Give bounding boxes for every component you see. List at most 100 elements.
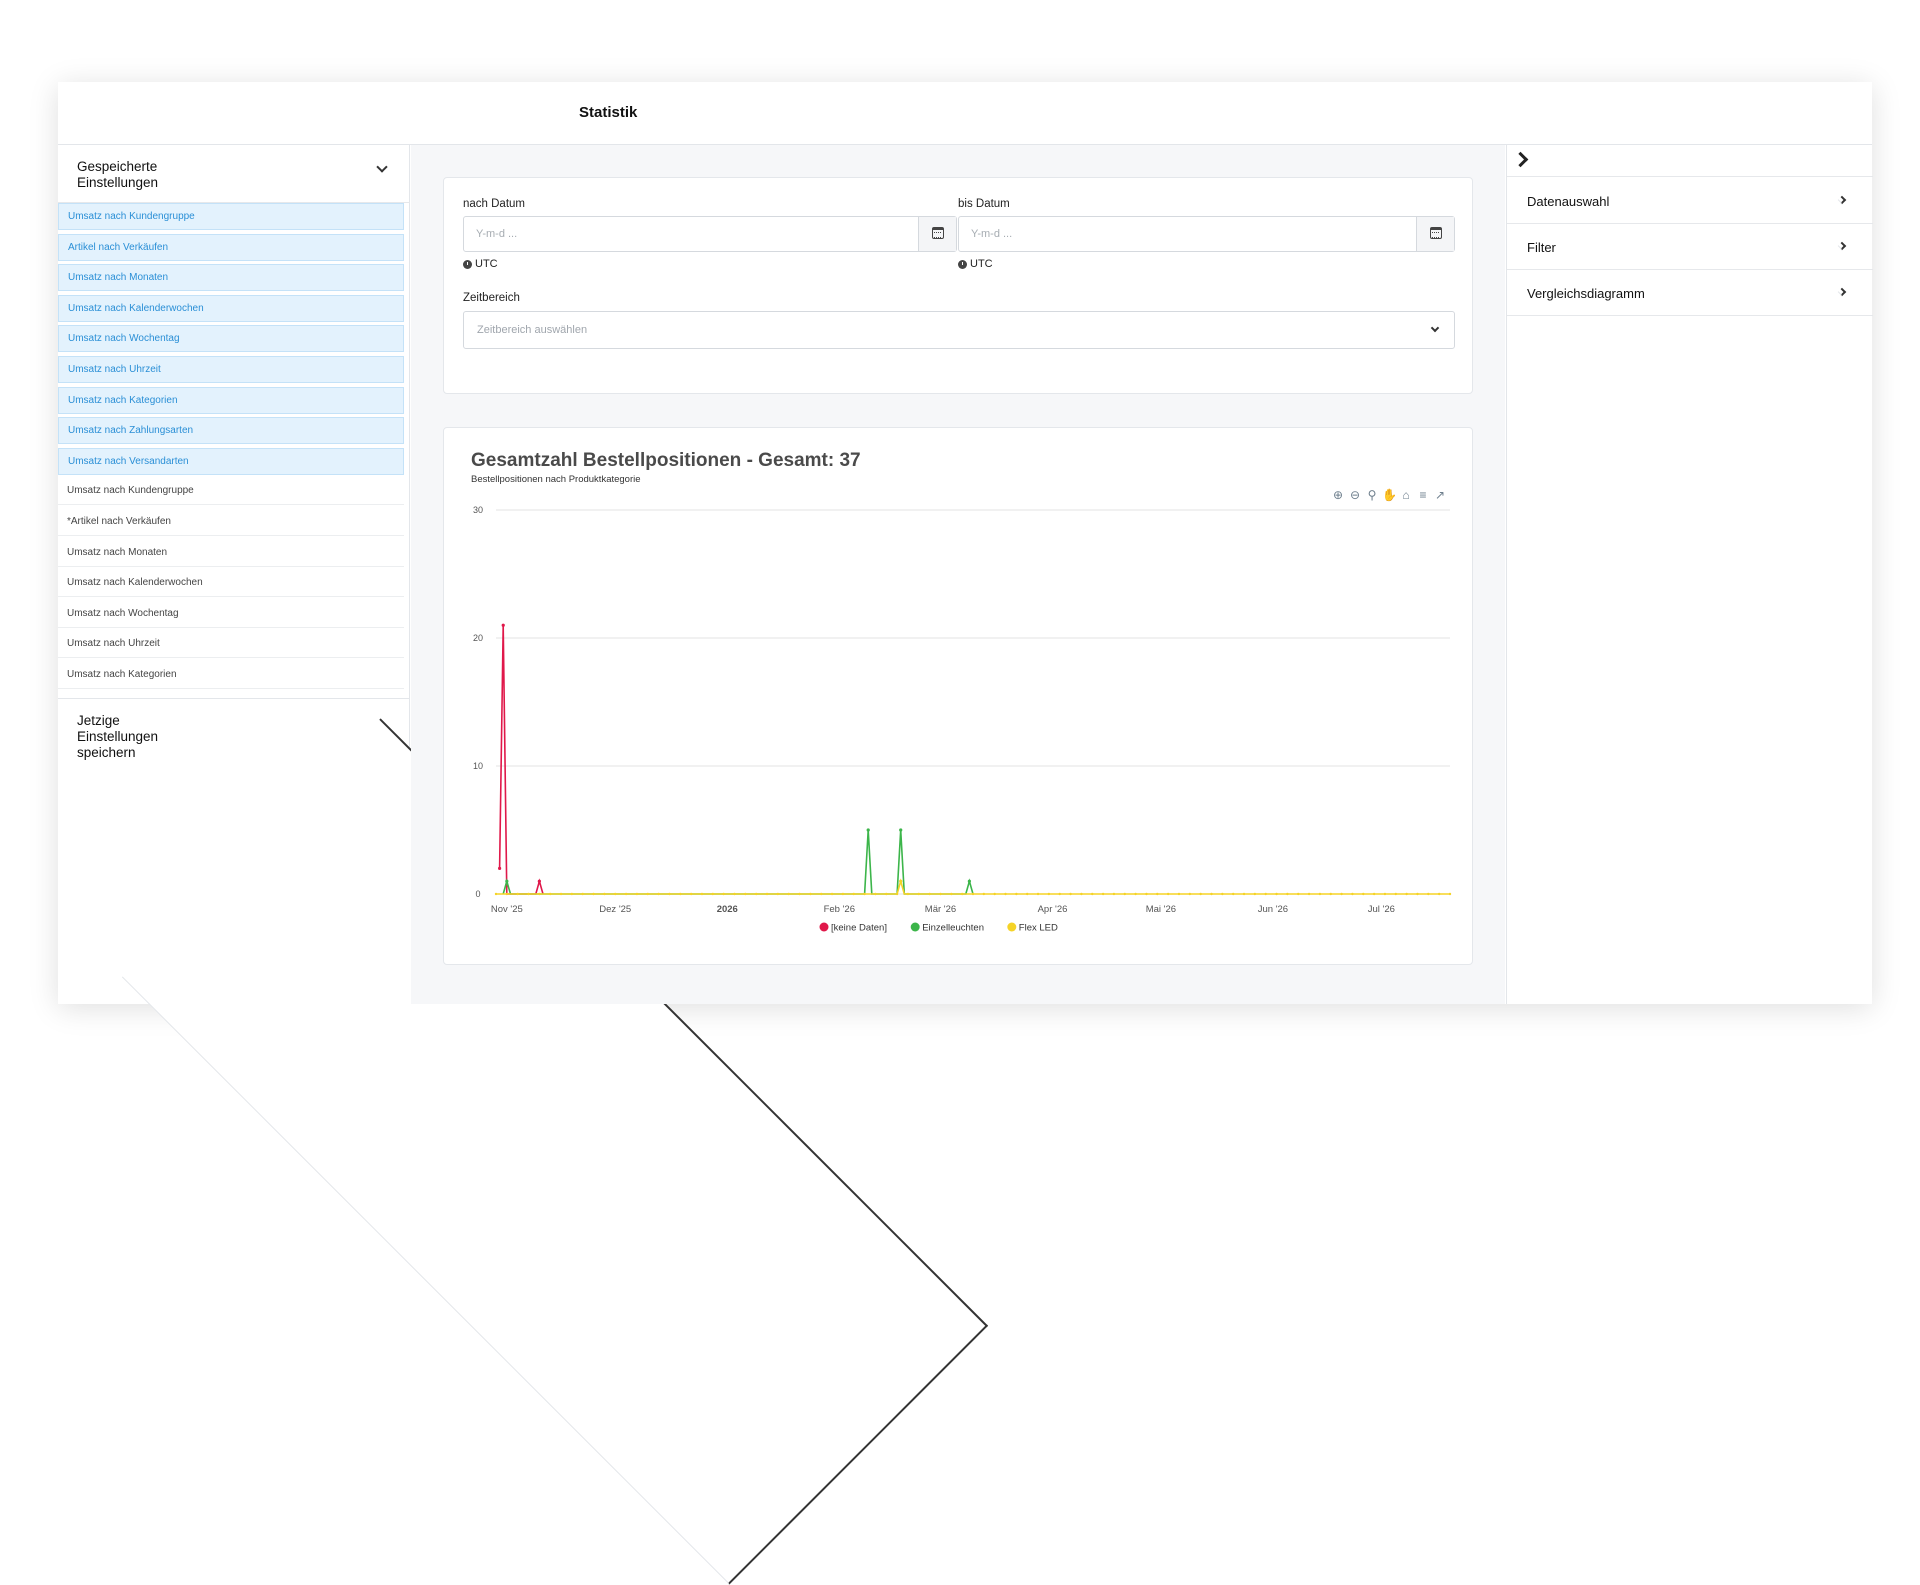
menu-icon[interactable]: ≡ <box>1416 488 1430 502</box>
series-line-0 <box>498 625 544 895</box>
data-point <box>1112 892 1116 896</box>
x-tick-label: Dez '25 <box>599 904 631 915</box>
to-date-input[interactable] <box>959 217 1454 251</box>
saved-setting-item[interactable]: Umsatz nach Kalenderwochen <box>58 294 404 322</box>
y-tick-label: 10 <box>473 761 483 771</box>
data-point <box>1275 892 1278 896</box>
legend-label: [keine Daten] <box>831 923 887 934</box>
chart-toolbar: ⊕ ⊖ ⚲ ✋ ⌂ ≡ ↗ <box>1331 488 1447 502</box>
chart-subtitle: Bestellpositionen nach Produktkategorie <box>471 474 641 485</box>
data-point <box>516 892 519 896</box>
legend-label: Flex LED <box>1019 923 1058 934</box>
from-timezone-label: UTC <box>475 258 498 270</box>
data-point <box>559 892 563 896</box>
data-point <box>1210 892 1213 896</box>
saved-setting-item[interactable]: Umsatz nach Monaten <box>58 539 404 567</box>
x-tick-label: Mai '26 <box>1146 904 1176 915</box>
data-point <box>1058 892 1061 896</box>
to-date-field[interactable] <box>958 216 1455 252</box>
data-point <box>1026 892 1029 896</box>
zoom-in-icon[interactable]: ⊕ <box>1331 488 1345 502</box>
saved-setting-item[interactable]: Umsatz nach Zahlungsarten <box>58 417 404 445</box>
pan-hand-icon[interactable]: ✋ <box>1382 488 1397 502</box>
x-tick-label: Mär '26 <box>925 904 956 915</box>
from-date-input[interactable] <box>464 217 956 251</box>
data-point <box>754 892 758 896</box>
data-point <box>967 879 971 883</box>
data-point <box>1264 892 1267 896</box>
data-point <box>1069 892 1072 896</box>
data-point <box>1362 892 1365 896</box>
data-point <box>1221 892 1224 896</box>
x-tick-label: Apr '26 <box>1038 904 1068 915</box>
data-point <box>657 892 660 896</box>
chart-canvas[interactable]: 0 10 20 30 Nov '25 Dez '25 2026 Feb '26 Mär '26 A… <box>444 428 1474 966</box>
data-point <box>866 828 870 832</box>
saved-setting-item[interactable]: Umsatz nach Kategorien <box>58 661 404 689</box>
chevron-right-icon <box>1837 195 1847 205</box>
comparison-chart-item[interactable]: Vergleichsdiagramm <box>1507 270 1873 316</box>
clock-icon <box>958 259 967 269</box>
external-link-icon[interactable]: ↗ <box>1433 488 1447 502</box>
data-point <box>624 892 628 896</box>
data-point <box>1242 892 1246 896</box>
saved-setting-item[interactable]: Umsatz nach Kundengruppe <box>58 478 404 506</box>
saved-setting-item[interactable]: Umsatz nach Monaten <box>58 264 404 292</box>
saved-setting-item[interactable]: Umsatz nach Kategorien <box>58 386 404 414</box>
home-reset-icon[interactable]: ⌂ <box>1399 488 1413 502</box>
saved-setting-item[interactable]: *Artikel nach Verkäufen <box>58 508 404 536</box>
data-point <box>1101 892 1105 896</box>
saved-setting-item[interactable]: Umsatz nach Wochentag <box>58 600 404 628</box>
data-point <box>1383 892 1387 896</box>
range-select[interactable]: Zeitbereich auswählen <box>463 311 1455 349</box>
chevron-down-icon <box>1430 323 1440 333</box>
right-panel: Datenauswahl Filter Vergleichsdiagramm <box>1506 145 1873 1004</box>
saved-setting-item[interactable]: Umsatz nach Wochentag <box>58 325 404 353</box>
saved-settings-list[interactable]: Umsatz nach Kundengruppe Artikel nach Ver… <box>58 203 410 697</box>
data-point <box>646 892 649 896</box>
to-date-label: bis Datum <box>958 198 1010 210</box>
data-point <box>1166 892 1170 896</box>
saved-setting-item[interactable]: Umsatz nach Zahlungsarten <box>58 692 404 697</box>
top-bar: Statistik <box>58 82 1872 145</box>
collapse-panel-button[interactable] <box>1507 145 1873 177</box>
saved-setting-item[interactable]: Umsatz nach Uhrzeit <box>58 355 404 383</box>
data-point <box>798 892 801 896</box>
from-date-label: nach Datum <box>463 198 526 210</box>
saved-setting-item[interactable]: Umsatz nach Uhrzeit <box>58 631 404 659</box>
data-point <box>899 879 903 883</box>
filter-item[interactable]: Filter <box>1507 224 1873 270</box>
data-point <box>841 892 845 896</box>
calendar-icon <box>1430 227 1442 239</box>
data-point <box>570 892 574 896</box>
zoom-out-icon[interactable]: ⊖ <box>1348 488 1362 502</box>
data-point <box>1091 892 1094 896</box>
save-current-settings-label: Jetzige Einstellungen speichern <box>77 713 159 760</box>
data-point <box>538 892 541 896</box>
data-point <box>993 892 996 896</box>
saved-setting-item[interactable]: Umsatz nach Kundengruppe <box>58 203 404 230</box>
data-point <box>505 879 509 883</box>
data-selection-item[interactable]: Datenauswahl <box>1507 178 1873 224</box>
saved-setting-item[interactable]: Umsatz nach Kalenderwochen <box>58 570 404 598</box>
saved-setting-item[interactable]: Artikel nach Verkäufen <box>58 233 404 261</box>
saved-settings-toggle[interactable]: Gespeicherte Einstellungen <box>58 145 410 203</box>
data-point <box>906 892 910 896</box>
to-timezone: UTC <box>958 258 993 270</box>
save-current-settings-button[interactable]: Jetzige Einstellungen speichern <box>58 698 989 1585</box>
comparison-chart-label: Vergleichsdiagramm <box>1527 286 1645 301</box>
data-point <box>722 892 725 896</box>
data-point <box>1188 892 1192 896</box>
from-date-field[interactable] <box>463 216 957 252</box>
data-point <box>744 892 747 896</box>
legend-marker <box>910 922 920 932</box>
saved-setting-item[interactable]: Umsatz nach Versandarten <box>58 447 404 475</box>
from-date-calendar-button[interactable] <box>918 217 956 251</box>
data-point <box>1329 892 1332 896</box>
data-point <box>1004 892 1007 896</box>
zoom-select-icon[interactable]: ⚲ <box>1365 488 1379 502</box>
data-point <box>928 892 931 896</box>
to-date-calendar-button[interactable] <box>1416 217 1454 251</box>
data-point <box>917 892 920 896</box>
data-point <box>1416 892 1419 896</box>
